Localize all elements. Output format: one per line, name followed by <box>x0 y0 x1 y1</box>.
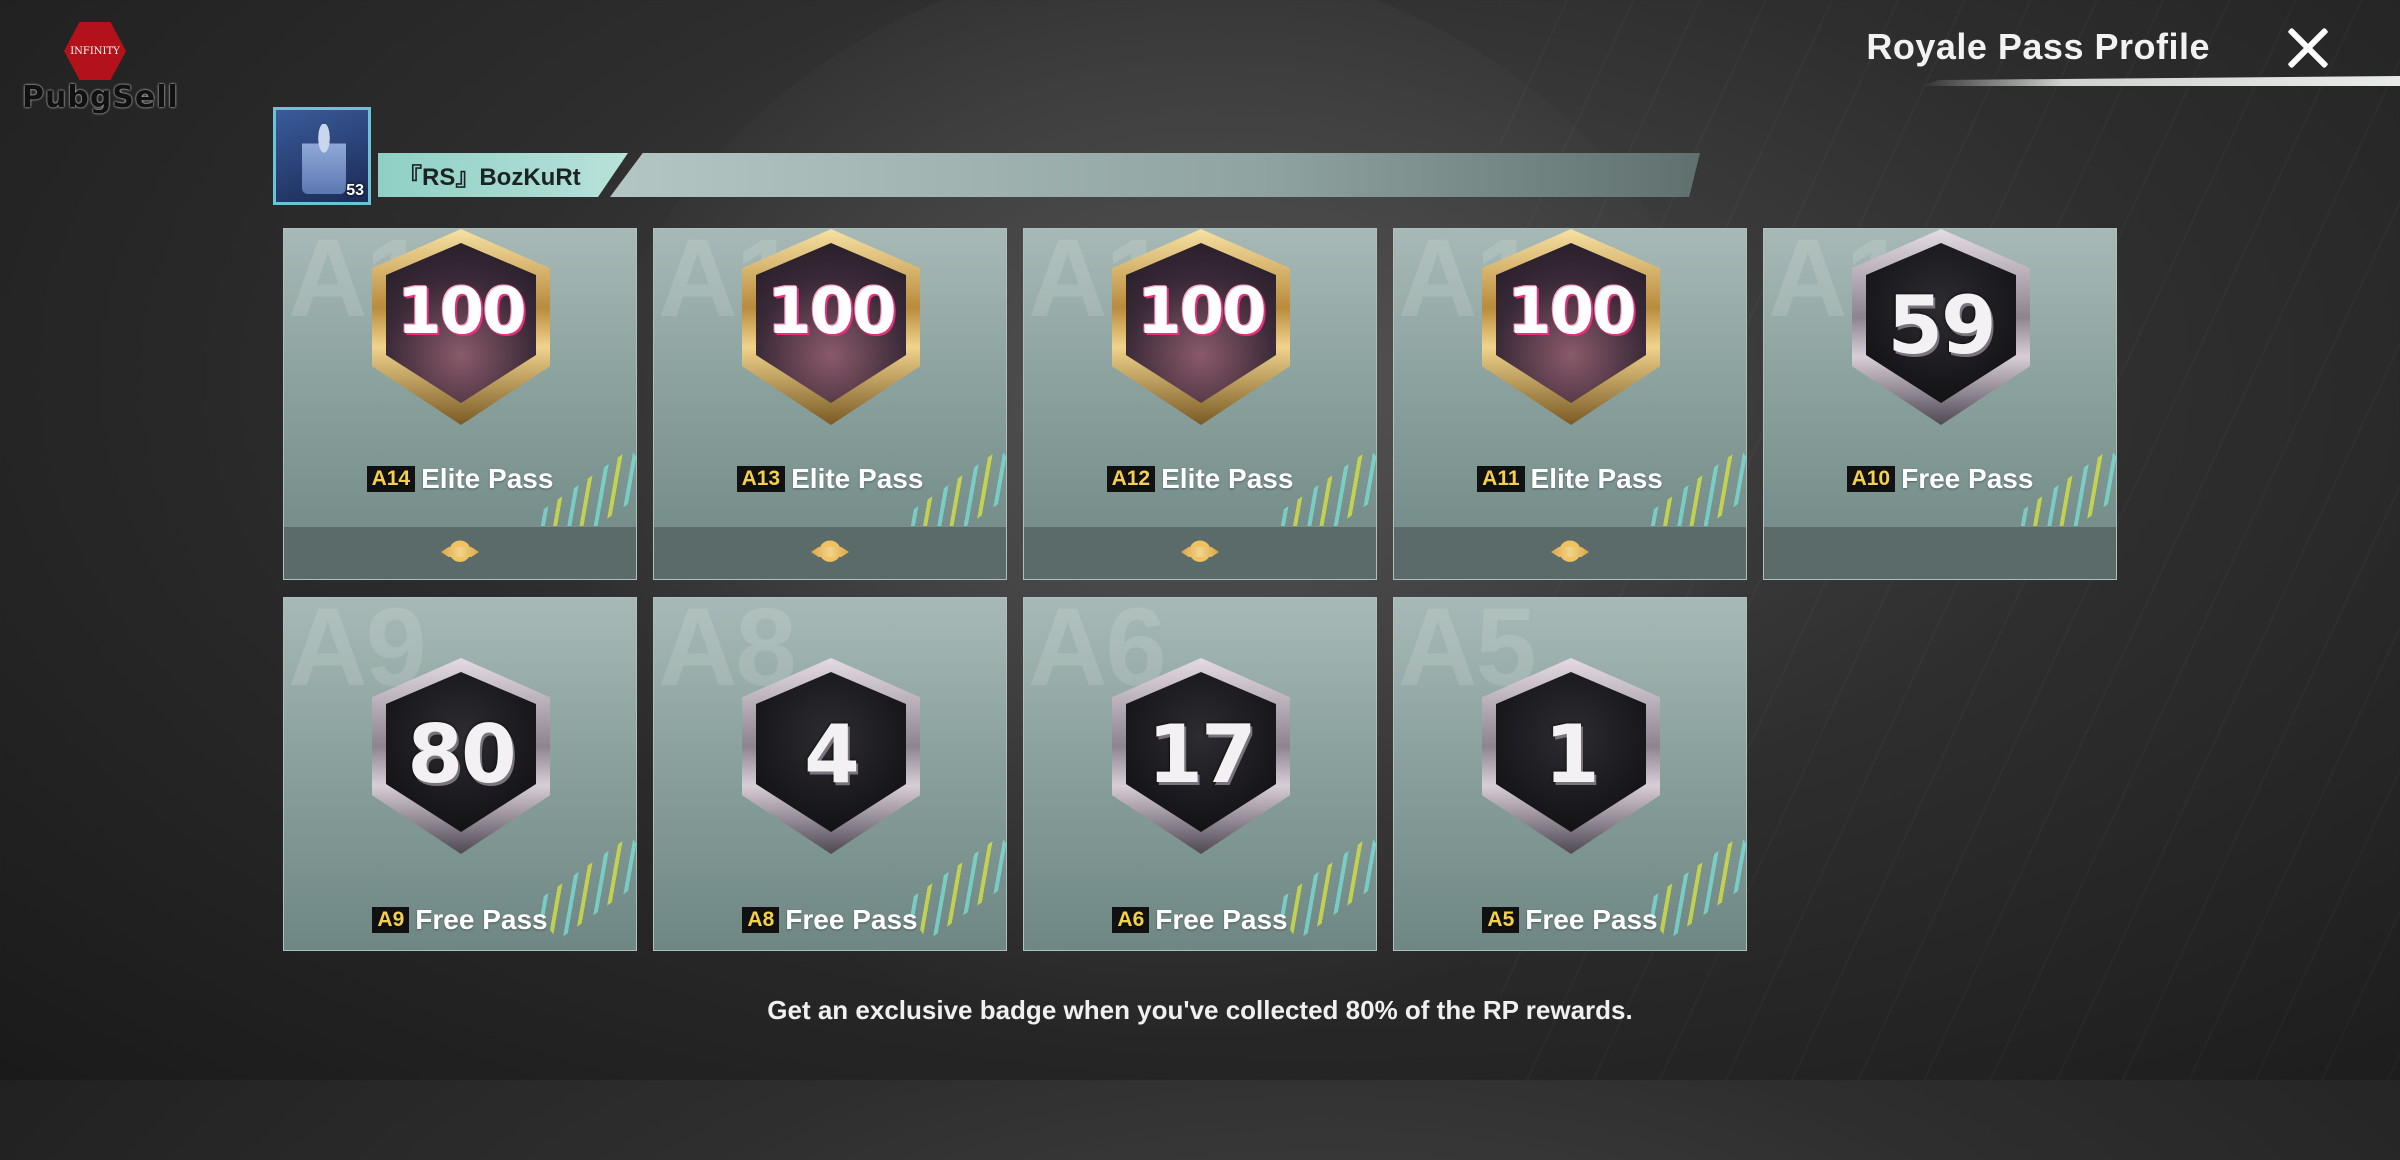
season-tag: A12 <box>1106 466 1156 492</box>
rank-badge: 100 <box>1482 229 1660 425</box>
card-footer <box>1394 526 1746 579</box>
name-stripe <box>610 153 1700 197</box>
rank-badge: 100 <box>742 229 920 425</box>
card-footer <box>284 526 636 579</box>
rank-badge: 4 <box>742 658 920 854</box>
pass-type: Elite Pass <box>791 463 924 494</box>
badge-level: 59 <box>1887 279 1996 372</box>
season-card-a6[interactable]: A6 17 A6 Free Pass <box>1023 597 1377 951</box>
season-tag: A14 <box>366 466 416 492</box>
player-level: 53 <box>346 182 364 199</box>
pass-label: A11 Elite Pass <box>1394 463 1746 495</box>
season-card-a11[interactable]: A11 100 A11Elite Pass <box>1393 228 1747 580</box>
pass-label: A5 Free Pass <box>1394 904 1746 936</box>
pass-type: Elite Pass <box>421 463 554 494</box>
season-card-a13[interactable]: A13 100 A13Elite Pass <box>653 228 1007 580</box>
badge-level: 100 <box>397 275 527 349</box>
pubgsell-logo: INFINITY PubgSell <box>22 22 178 117</box>
season-card-a14[interactable]: A14 100 A14Elite Pass <box>283 228 637 580</box>
pass-type: Free Pass <box>1525 904 1658 935</box>
rank-badge: 80 <box>372 658 550 854</box>
season-tag: A8 <box>742 907 780 933</box>
pass-type: Elite Pass <box>1161 463 1294 494</box>
pass-type: Free Pass <box>415 904 548 935</box>
season-card-a8[interactable]: A8 4 A8 Free Pass <box>653 597 1007 951</box>
badge-level: 100 <box>1507 275 1637 349</box>
avatar-portrait <box>302 124 346 194</box>
badge-level: 100 <box>1137 275 1267 349</box>
card-footer <box>654 526 1006 579</box>
season-tag: A6 <box>1112 907 1150 933</box>
pass-type: Free Pass <box>1155 904 1288 935</box>
badge-level: 80 <box>407 708 516 801</box>
close-icon[interactable] <box>2278 18 2338 78</box>
pass-label: A14 Elite Pass <box>284 463 636 495</box>
pass-label: A12 Elite Pass <box>1024 463 1376 495</box>
pass-type: Free Pass <box>785 904 918 935</box>
player-name: 『RS』BozKuRt <box>398 164 581 191</box>
season-card-a12[interactable]: A12 100 A12Elite Pass <box>1023 228 1377 580</box>
rank-badge: 100 <box>372 229 550 425</box>
footer-note: Get an exclusive badge when you've colle… <box>767 995 1633 1025</box>
season-tag: A11 <box>1477 466 1525 492</box>
logo-seal: INFINITY <box>64 22 126 80</box>
pass-label: A8 Free Pass <box>654 904 1006 936</box>
elite-pass-icon <box>1551 535 1589 571</box>
season-tag: A9 <box>372 907 410 933</box>
season-card-a5[interactable]: A5 1 A5 Free Pass <box>1393 597 1747 951</box>
season-tag: A13 <box>736 466 786 492</box>
card-footer <box>1024 526 1376 579</box>
pass-type: Free Pass <box>1901 463 2034 494</box>
page-title: Royale Pass Profile <box>1866 26 2210 67</box>
logo-text: PubgSell <box>22 80 179 115</box>
season-tag: A5 <box>1482 907 1520 933</box>
pass-label: A10 Free Pass <box>1764 463 2116 495</box>
rank-badge: 1 <box>1482 658 1660 854</box>
elite-pass-icon <box>1181 535 1219 571</box>
rank-badge: 17 <box>1112 658 1290 854</box>
season-card-a10[interactable]: A10 59 A10Free Pass <box>1763 228 2117 580</box>
card-footer <box>1764 526 2116 579</box>
rank-badge: 100 <box>1112 229 1290 425</box>
pass-label: A9 Free Pass <box>284 904 636 936</box>
badge-level: 4 <box>804 708 860 801</box>
player-avatar[interactable]: 53 <box>273 107 371 205</box>
elite-pass-icon <box>441 535 479 571</box>
pass-label: A13 Elite Pass <box>654 463 1006 495</box>
pass-type: Elite Pass <box>1530 463 1663 494</box>
rank-badge: 59 <box>1852 229 2030 425</box>
season-card-a9[interactable]: A9 80 A9 Free Pass <box>283 597 637 951</box>
badge-level: 100 <box>767 275 897 349</box>
season-tag: A10 <box>1846 466 1896 492</box>
pass-label: A6 Free Pass <box>1024 904 1376 936</box>
badge-level: 17 <box>1147 708 1256 801</box>
badge-level: 1 <box>1544 708 1600 801</box>
elite-pass-icon <box>811 535 849 571</box>
